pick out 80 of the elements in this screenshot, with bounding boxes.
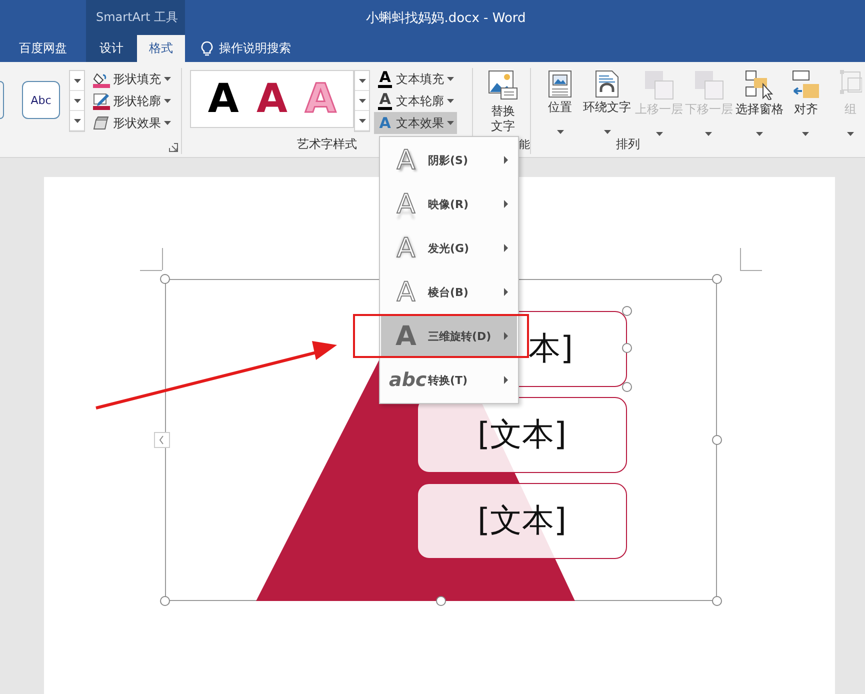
context-tab-group-label: SmartArt 工具 bbox=[86, 0, 185, 35]
gallery-scroll-bar[interactable] bbox=[69, 70, 85, 132]
effect-glyph: A bbox=[395, 146, 418, 174]
window-title: 小蝌蚪找妈妈.docx - Word bbox=[366, 10, 526, 26]
lightbulb-icon[interactable] bbox=[201, 40, 213, 56]
submenu-arrow-icon bbox=[504, 244, 508, 252]
caret-icon bbox=[802, 132, 810, 136]
text-command[interactable]: A 文本填充 bbox=[374, 68, 457, 90]
shape-effect-icon bbox=[93, 116, 110, 130]
arrange-button[interactable]: 位置 bbox=[541, 68, 580, 127]
tell-me-search[interactable]: 操作说明搜索 bbox=[219, 40, 291, 57]
text-shape[interactable]: [文本] bbox=[417, 397, 627, 473]
submenu-arrow-icon bbox=[504, 332, 508, 340]
dialog-launcher-icon[interactable] bbox=[169, 143, 178, 152]
text-command[interactable]: A 文本效果 bbox=[374, 112, 457, 134]
caret-icon bbox=[74, 98, 80, 102]
text-pane-toggle[interactable] bbox=[154, 432, 170, 448]
submenu-arrow-icon bbox=[504, 288, 508, 296]
send-backward-icon bbox=[694, 70, 724, 100]
position-icon bbox=[548, 70, 572, 98]
caret-icon bbox=[74, 118, 80, 122]
effect-glyph: A bbox=[394, 322, 418, 350]
caret-icon bbox=[164, 99, 171, 103]
shape-command[interactable]: 形状效果 bbox=[90, 112, 174, 134]
shape-command[interactable]: 形状填充 bbox=[90, 68, 174, 90]
gallery-scroll-bar[interactable] bbox=[354, 70, 370, 132]
selection-pane-icon bbox=[744, 70, 775, 100]
caret-icon bbox=[604, 130, 611, 134]
arrange-button[interactable]: 对齐 bbox=[790, 68, 822, 129]
menu-item[interactable]: A 映像(R) bbox=[381, 182, 517, 226]
caret-icon bbox=[447, 77, 454, 81]
effect-glyph: A bbox=[395, 190, 417, 218]
submenu-arrow-icon bbox=[504, 376, 508, 384]
caret-icon bbox=[656, 132, 663, 136]
caret-icon bbox=[164, 121, 171, 125]
caret-icon bbox=[847, 132, 854, 136]
submenu-arrow-icon bbox=[504, 156, 508, 164]
wrap-text-icon bbox=[595, 70, 620, 98]
alt-text-button[interactable]: 替换文字 bbox=[485, 70, 521, 134]
caret-icon bbox=[756, 132, 764, 136]
menu-item[interactable]: A 阴影(S) bbox=[381, 138, 517, 182]
ribbon-tab[interactable]: 设计 bbox=[86, 35, 137, 62]
text-effect-glyph: A bbox=[378, 116, 392, 130]
style-thumbnail[interactable] bbox=[0, 81, 4, 119]
submenu-arrow-icon bbox=[504, 200, 508, 208]
style-thumbnail[interactable]: Abc bbox=[22, 81, 60, 119]
text-effect-glyph: A bbox=[377, 92, 393, 110]
wordart-style[interactable]: A bbox=[208, 79, 239, 119]
caret-icon bbox=[358, 78, 366, 82]
caret-icon bbox=[358, 98, 366, 102]
arrange-button[interactable]: 环绕文字 bbox=[582, 68, 632, 127]
arrange-button[interactable]: 选择窗格 bbox=[734, 68, 785, 129]
group-label: 排列 bbox=[616, 136, 640, 152]
text-effect-glyph: A bbox=[377, 70, 393, 88]
caret-icon bbox=[447, 121, 454, 125]
wordart-gallery[interactable]: A A A bbox=[190, 70, 354, 128]
effect-glyph: A bbox=[395, 234, 417, 262]
ribbon-tab[interactable]: 百度网盘 bbox=[0, 35, 86, 62]
pencil-outline-icon bbox=[93, 92, 110, 110]
text-shape[interactable]: [文本] bbox=[417, 483, 627, 559]
ribbon-tab[interactable]: 格式 bbox=[137, 35, 185, 62]
menu-item[interactable]: A 棱台(B) bbox=[381, 270, 517, 314]
text-command[interactable]: A 文本轮廓 bbox=[374, 90, 457, 112]
caret-icon bbox=[447, 99, 454, 103]
group-label: 能 bbox=[519, 136, 530, 152]
bring-forward-icon bbox=[644, 70, 674, 100]
menu-item[interactable]: A 发光(G) bbox=[381, 226, 517, 270]
caret-icon bbox=[705, 132, 712, 136]
effect-glyph: A bbox=[395, 278, 417, 306]
caret-icon bbox=[164, 77, 171, 81]
menu-item[interactable]: A 三维旋转(D) bbox=[381, 314, 517, 358]
group-label: 艺术字样式 bbox=[297, 136, 357, 152]
wordart-style[interactable]: A bbox=[256, 79, 288, 119]
caret-icon bbox=[358, 118, 366, 122]
paint-bucket-icon bbox=[93, 70, 110, 88]
caret-icon bbox=[74, 78, 80, 82]
align-icon bbox=[792, 70, 820, 100]
caret-icon bbox=[556, 130, 564, 134]
picture-icon bbox=[488, 70, 518, 100]
shape-command[interactable]: 形状轮廓 bbox=[90, 90, 174, 112]
